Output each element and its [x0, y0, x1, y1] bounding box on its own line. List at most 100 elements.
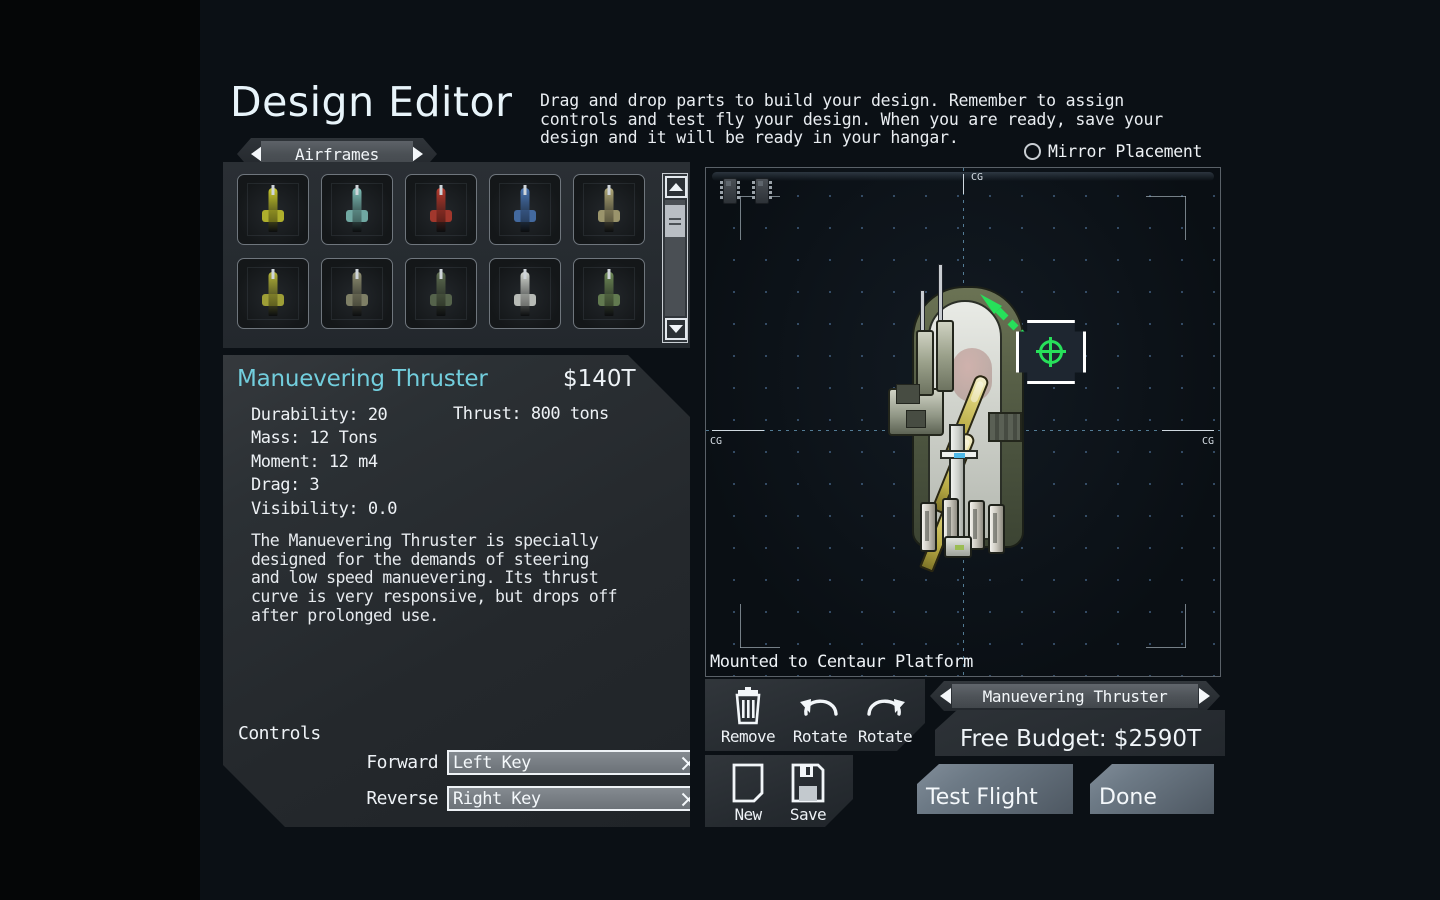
instructions-line: controls and test fly your design. When …: [540, 109, 1163, 129]
cg-right-label: CG: [1202, 436, 1215, 447]
instructions-text: Drag and drop parts to build your design…: [540, 91, 1230, 148]
build-canvas[interactable]: CG CG CG: [705, 167, 1221, 677]
ship-spine-band: [940, 450, 978, 459]
scrollbar-thumb[interactable]: [665, 205, 685, 238]
airframe-thumbnail: [346, 268, 368, 316]
scrollbar-track[interactable]: [665, 200, 685, 316]
stat-mass: Mass: 12 Tons: [251, 428, 378, 449]
mirror-placement-label: Mirror Placement: [1048, 142, 1203, 161]
remove-button[interactable]: Remove: [712, 686, 784, 746]
test-flight-button[interactable]: Test Flight: [917, 764, 1073, 814]
cg-left-label: CG: [710, 436, 723, 447]
triangle-up-icon[interactable]: [665, 176, 687, 198]
instructions-line: Drag and drop parts to build your design…: [540, 91, 1125, 110]
parts-grid: [237, 174, 657, 329]
palette-slot-airframe-3[interactable]: [405, 174, 477, 245]
palette-slot-airframe-9[interactable]: [489, 258, 561, 329]
ic-chip-icon[interactable]: [720, 178, 740, 204]
part-name: Manuevering Thruster: [237, 366, 488, 392]
rotate-cw-button-label: Rotate: [857, 727, 913, 746]
page-title: Design Editor: [230, 78, 513, 126]
airframe-thumbnail: [430, 184, 452, 232]
ship-gun-pod[interactable]: [936, 320, 954, 392]
selected-part-selector[interactable]: Manuevering Thruster: [930, 681, 1220, 711]
control-binding-forward: Forward Left Key: [323, 750, 690, 775]
selected-part-name: Manuevering Thruster: [982, 686, 1168, 706]
ship-greeble: [906, 410, 926, 428]
palette-scrollbar[interactable]: [662, 173, 688, 343]
palette-slot-airframe-5[interactable]: [573, 174, 645, 245]
scrollbar-grip-icon: [669, 216, 681, 226]
save-button[interactable]: Save: [772, 762, 844, 824]
triangle-down-icon[interactable]: [665, 318, 687, 340]
done-button-label: Done: [1099, 785, 1157, 810]
cg-top-tick: [963, 174, 964, 194]
stat-visibility: Visibility: 0.0: [251, 498, 398, 519]
rotate-ccw-button[interactable]: Rotate: [784, 686, 856, 746]
airframe-thumbnail: [262, 184, 284, 232]
canvas-corner-bracket: [1144, 196, 1206, 254]
palette-slot-airframe-2[interactable]: [321, 174, 393, 245]
triangle-right-icon[interactable]: [412, 146, 423, 162]
canvas-corner-bracket: [720, 590, 782, 648]
description-line: designed for the demands of steering: [251, 549, 589, 569]
part-stats-list: Durability: 20 Mass: 12 Tons Moment: 12 …: [251, 404, 398, 521]
control-label-reverse: Reverse: [366, 788, 438, 809]
rotate-ccw-button-label: Rotate: [792, 727, 848, 746]
selected-part-highlight[interactable]: [1016, 320, 1086, 384]
test-flight-button-label: Test Flight: [926, 785, 1038, 810]
ship-tail-module[interactable]: [944, 536, 972, 558]
done-button[interactable]: Done: [1090, 764, 1214, 814]
new-button-label: New: [734, 805, 762, 824]
crosshair-icon: [1036, 337, 1066, 367]
palette-slot-airframe-1[interactable]: [237, 174, 309, 245]
triangle-left-icon[interactable]: [940, 688, 951, 704]
part-price: $140T: [563, 366, 636, 392]
ship-vent-right: [988, 412, 1022, 442]
control-value-reverse: Right Key: [453, 788, 541, 809]
description-line: The Manuevering Thruster is specially: [251, 531, 599, 550]
palette-slot-airframe-8[interactable]: [405, 258, 477, 329]
cg-left-tick: [712, 430, 764, 431]
canvas-corner-bracket: [1144, 590, 1206, 648]
ship-engine-nozzle[interactable]: [988, 504, 1005, 554]
stat-drag: Drag: 3: [251, 475, 320, 496]
stat-moment: Moment: 12 m4: [251, 451, 378, 472]
palette-slot-airframe-4[interactable]: [489, 174, 561, 245]
part-info-panel: Manuevering Thruster $140T Durability: 2…: [223, 355, 690, 827]
ship-greeble: [896, 384, 920, 404]
save-button-label: Save: [789, 805, 827, 824]
cg-top-label: CG: [971, 172, 984, 183]
new-document-icon: [732, 763, 764, 803]
selected-part-selector-inner[interactable]: Manuevering Thruster: [952, 684, 1198, 708]
canvas-corner-bracket: [720, 196, 782, 254]
stat-durability: Durability: 20: [251, 405, 388, 425]
ic-chip-icon[interactable]: [752, 178, 772, 204]
budget-label: Free Budget: $2590T: [960, 726, 1202, 752]
control-label-forward: Forward: [366, 752, 438, 773]
rotate-ccw-icon: [800, 699, 838, 716]
part-description: The Manuevering Thruster is specially de…: [251, 531, 671, 626]
ship-engine-nozzle[interactable]: [920, 502, 937, 552]
palette-slot-airframe-7[interactable]: [321, 258, 393, 329]
category-tab-label: Airframes: [295, 144, 379, 164]
control-input-forward[interactable]: Left Key: [447, 750, 690, 775]
airframe-thumbnail: [346, 184, 368, 232]
design-editor-screen: Design Editor Drag and drop parts to bui…: [0, 0, 1440, 900]
control-input-reverse[interactable]: Right Key: [447, 786, 690, 811]
triangle-right-icon[interactable]: [1199, 688, 1210, 704]
controls-heading: Controls: [238, 723, 321, 744]
mirror-placement-toggle[interactable]: Mirror Placement: [1024, 142, 1202, 161]
description-line: after prolonged use.: [251, 605, 439, 625]
mirror-placement-radio-icon[interactable]: [1024, 143, 1041, 160]
palette-slot-airframe-6[interactable]: [237, 258, 309, 329]
description-line: and low speed manuevering. Its thrust: [251, 568, 599, 588]
parts-palette: [223, 162, 690, 348]
control-value-forward: Left Key: [453, 752, 531, 773]
rotate-cw-button[interactable]: Rotate: [849, 686, 921, 746]
airframe-thumbnail: [598, 268, 620, 316]
palette-slot-airframe-10[interactable]: [573, 258, 645, 329]
airframe-thumbnail: [430, 268, 452, 316]
cg-right-tick: [1162, 430, 1214, 431]
airframe-thumbnail: [514, 184, 536, 232]
